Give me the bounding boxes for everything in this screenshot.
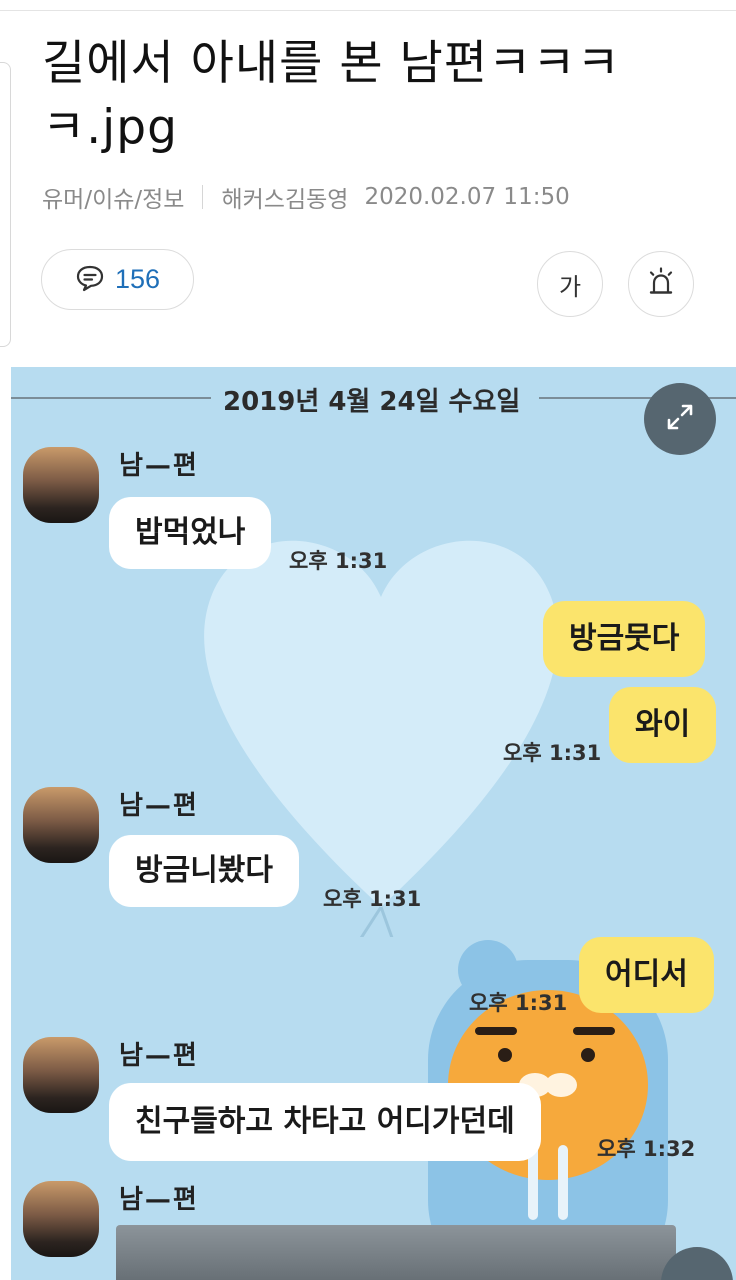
post-category[interactable]: 유머/이슈/정보 — [42, 180, 184, 214]
chat-date-divider: 2019년 4월 24일 수요일 — [223, 387, 521, 417]
sender-name: 남—편 — [119, 1185, 199, 1215]
post-date: 2020.02.07 11:50 — [364, 184, 570, 210]
sender-name: 남—편 — [119, 791, 199, 821]
font-size-icon: 가 — [558, 272, 582, 301]
top-divider — [0, 10, 736, 11]
expand-icon — [662, 399, 698, 439]
message-time: 오후 1:31 — [289, 549, 388, 573]
message-time: 오후 1:32 — [597, 1137, 696, 1161]
previous-card-edge — [0, 62, 11, 347]
my-message-bubble: 어디서 — [579, 937, 714, 1013]
expand-image-button[interactable] — [644, 383, 716, 455]
photo-message-preview[interactable] — [116, 1225, 676, 1280]
chat-screenshot-image: 2019년 4월 24일 수요일 남—편 밥먹었나 오후 1:31 방금뭇다 와… — [11, 367, 736, 1280]
message-time: 오후 1:31 — [469, 991, 568, 1015]
post-author[interactable]: 해커스김동영 — [221, 180, 348, 214]
comment-icon — [75, 264, 105, 296]
message-bubble: 밥먹었나 — [109, 497, 272, 569]
post-meta: 유머/이슈/정보 해커스김동영 2020.02.07 11:50 — [42, 180, 570, 214]
sender-avatar[interactable] — [23, 447, 99, 523]
my-message-bubble: 와이 — [609, 687, 717, 763]
message-time: 오후 1:31 — [323, 887, 422, 911]
comment-button[interactable]: 156 — [41, 249, 194, 310]
date-line-left — [11, 397, 211, 399]
post-title: 길에서 아내를 본 남편ㅋㅋㅋㅋ.jpg — [42, 36, 621, 155]
font-size-button[interactable]: 가 — [537, 251, 603, 317]
siren-icon — [645, 266, 677, 302]
sender-name: 남—편 — [119, 1041, 199, 1071]
report-button[interactable] — [628, 251, 694, 317]
message-bubble: 방금니봤다 — [109, 835, 299, 907]
my-message-bubble: 방금뭇다 — [543, 601, 706, 677]
sender-avatar[interactable] — [23, 787, 99, 863]
sender-avatar[interactable] — [23, 1181, 99, 1257]
comment-count: 156 — [114, 264, 161, 294]
meta-divider — [202, 185, 204, 209]
message-bubble: 친구들하고 차타고 어디가던데 — [109, 1083, 541, 1161]
sender-avatar[interactable] — [23, 1037, 99, 1113]
sender-name: 남—편 — [119, 451, 199, 481]
message-time: 오후 1:31 — [503, 741, 602, 765]
